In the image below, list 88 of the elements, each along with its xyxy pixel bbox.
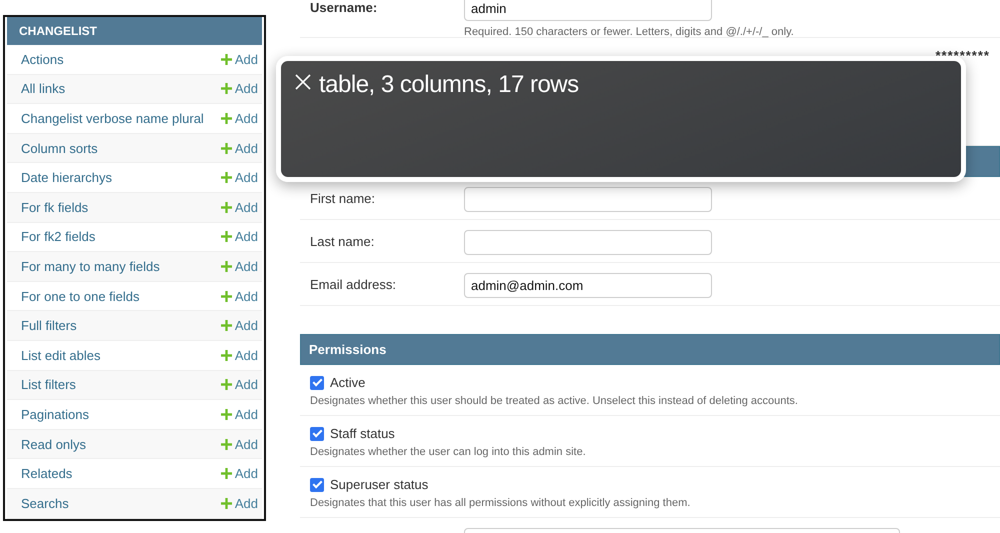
model-link[interactable]: For fk2 fields — [21, 229, 96, 244]
add-link[interactable]: Add — [220, 436, 258, 452]
add-label: Add — [234, 377, 258, 392]
model-link[interactable]: List filters — [21, 377, 76, 392]
checkbox-label: Active — [330, 375, 366, 390]
add-link[interactable]: Add — [220, 200, 258, 215]
model-link[interactable]: Column sorts — [21, 140, 98, 156]
checkbox-label: Staff status — [330, 426, 395, 441]
model-link[interactable]: For many to many fields — [21, 258, 160, 274]
add-link[interactable]: Add — [220, 81, 258, 96]
plus-icon — [220, 142, 232, 154]
text-field[interactable] — [464, 230, 712, 255]
plus-icon — [220, 468, 232, 480]
checkbox[interactable] — [310, 426, 324, 440]
help-text: Designates whether this user should be treated as active. Unselect this instead of deleting accounts. — [310, 395, 799, 407]
plus-icon — [220, 202, 232, 213]
username-field[interactable]: admin — [464, 0, 712, 21]
add-label: Add — [234, 318, 258, 334]
add-link[interactable]: Add — [220, 348, 258, 363]
caption-text: table, 3 columns, 17 rows — [319, 71, 579, 99]
add-label: Add — [234, 200, 258, 215]
model-link[interactable]: For fk fields — [21, 200, 88, 215]
model-link[interactable]: Actions — [21, 52, 64, 67]
add-label: Add — [234, 81, 258, 96]
add-label: Add — [234, 406, 258, 422]
close-icon — [295, 74, 311, 90]
add-link[interactable]: Add — [220, 170, 258, 186]
close-button[interactable] — [295, 74, 311, 90]
add-label: Add — [234, 52, 258, 67]
text-field[interactable] — [464, 187, 712, 212]
help-text: Designates whether the user can log into this admin site. — [310, 446, 587, 458]
add-label: Add — [234, 288, 258, 304]
field-label: Last name: — [310, 233, 376, 249]
add-label: Add — [234, 466, 258, 482]
plus-icon — [220, 112, 232, 124]
checkbox[interactable] — [310, 376, 324, 390]
add-label: Add — [234, 436, 258, 452]
model-link[interactable]: Read onlys — [21, 436, 86, 452]
text-field[interactable]: admin@admin.com — [464, 273, 712, 298]
plus-icon — [220, 379, 232, 390]
model-link[interactable]: Changelist verbose name plural — [21, 110, 204, 126]
model-link[interactable]: Date hierarchys — [21, 170, 112, 186]
password-value: ********* — [935, 48, 990, 63]
add-label: Add — [234, 496, 258, 511]
model-link[interactable]: For one to one fields — [21, 288, 140, 304]
section-header: Permissions — [300, 334, 1000, 365]
add-link[interactable]: Add — [220, 406, 258, 422]
add-label: Add — [234, 348, 258, 363]
help-text: Required. 150 characters or fewer. Letters, digits and @/./+/-/_ only. — [464, 26, 794, 38]
plus-icon — [220, 498, 232, 509]
plus-icon — [220, 83, 232, 94]
plus-icon — [220, 350, 232, 361]
model-link[interactable]: Full filters — [21, 318, 77, 334]
add-link[interactable]: Add — [220, 377, 258, 392]
add-link[interactable]: Add — [220, 258, 258, 274]
field-label: Username: — [310, 0, 378, 15]
add-label: Add — [234, 229, 258, 244]
add-link[interactable]: Add — [220, 318, 258, 334]
add-link[interactable]: Add — [220, 52, 258, 67]
add-link[interactable]: Add — [220, 110, 258, 126]
plus-icon — [220, 54, 232, 65]
add-link[interactable]: Add — [220, 140, 258, 156]
checkbox-label: Superuser status — [330, 477, 428, 492]
add-label: Add — [234, 258, 258, 274]
plus-icon — [220, 408, 232, 420]
plus-icon — [220, 320, 232, 332]
plus-icon — [220, 172, 232, 184]
model-link[interactable]: Searchs — [21, 496, 69, 511]
add-label: Add — [234, 170, 258, 186]
add-link[interactable]: Add — [220, 288, 258, 304]
plus-icon — [220, 260, 232, 272]
plus-icon — [220, 231, 232, 242]
model-link[interactable]: List edit ables — [21, 348, 100, 363]
plus-icon — [220, 290, 232, 302]
checkbox[interactable] — [310, 478, 324, 492]
add-label: Add — [234, 140, 258, 156]
model-link[interactable]: Relateds — [21, 466, 72, 482]
add-label: Add — [234, 110, 258, 126]
add-link[interactable]: Add — [220, 466, 258, 482]
model-link[interactable]: Paginations — [21, 406, 89, 422]
plus-icon — [220, 438, 232, 450]
sidebar-title: CHANGELIST — [7, 17, 262, 45]
field-label: Email address: — [310, 276, 397, 292]
add-link[interactable]: Add — [220, 229, 258, 244]
add-link[interactable]: Add — [220, 496, 258, 511]
field-label: First name: — [310, 190, 376, 206]
help-text: Designates that this user has all permissions without explicitly assigning them. — [310, 497, 692, 509]
model-link[interactable]: All links — [21, 81, 66, 96]
